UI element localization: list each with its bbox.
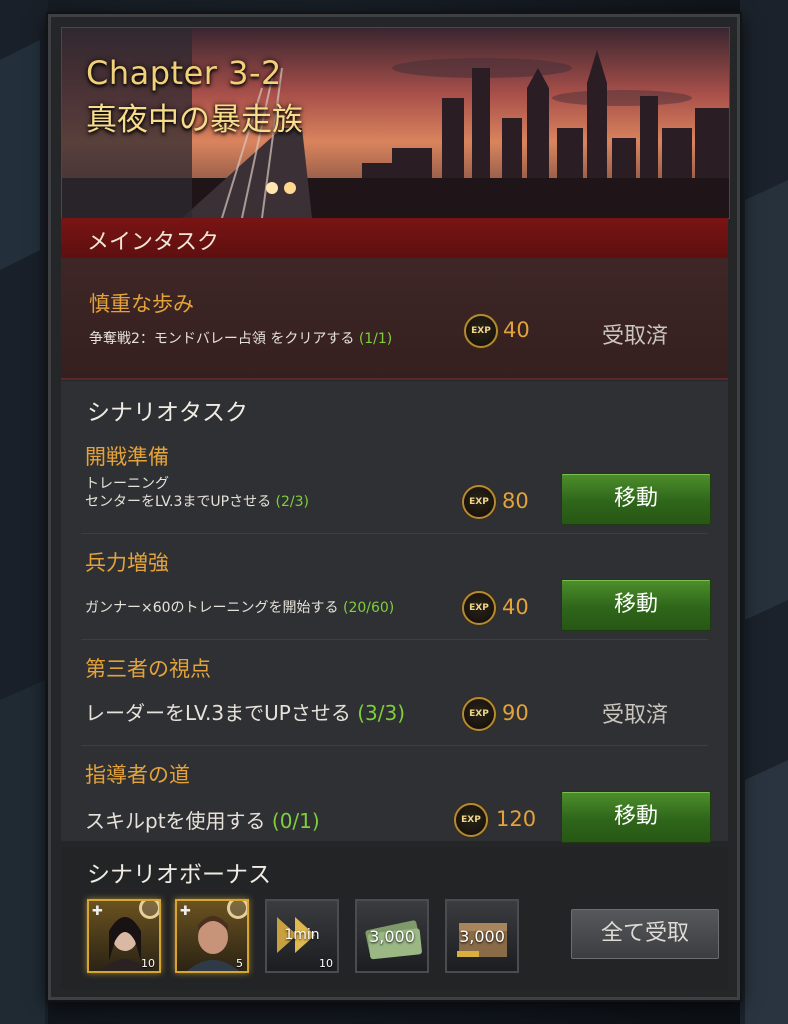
task-name: 第三者の視点 xyxy=(85,657,211,681)
task-progress: (3/3) xyxy=(357,701,405,725)
plus-icon: ✚ xyxy=(92,904,103,919)
claimed-status: 受取済 xyxy=(601,324,668,349)
task-name: 兵力増強 xyxy=(85,551,169,575)
scenario-task-section: シナリオタスク 開戦準備 トレーニング センターをLV.3までUPさせる (2/… xyxy=(61,381,728,843)
task-name: 開戦準備 xyxy=(85,445,169,469)
task-description: トレーニング センターをLV.3までUPさせる (2/3) xyxy=(85,476,310,510)
item-label: 3,000 xyxy=(459,927,505,946)
task-description: レーダーをLV.3までUPさせる (3/3) xyxy=(85,701,405,725)
task-progress: (2/3) xyxy=(275,494,310,510)
exp-value: 120 xyxy=(496,807,537,831)
task-progress: (20/60) xyxy=(343,600,395,616)
hero-man-card-icon[interactable]: ✚ 5 xyxy=(175,899,249,973)
scenario-bonus-header: シナリオボーナス xyxy=(87,862,271,888)
task-progress: (1/1) xyxy=(358,331,393,347)
task-description: 争奪戦2：モンドバレー占領 をクリアする (1/1) xyxy=(89,331,393,347)
move-button[interactable]: 移動 xyxy=(561,791,711,843)
divider xyxy=(81,639,708,640)
divider xyxy=(81,533,708,534)
exp-value: 40 xyxy=(502,595,529,619)
item-quantity: 10 xyxy=(319,957,333,970)
claim-all-button[interactable]: 全て受取 xyxy=(571,909,719,959)
exp-icon: EXP xyxy=(462,485,496,519)
exp-value: 90 xyxy=(502,701,529,725)
item-label: 3,000 xyxy=(369,927,415,946)
move-button[interactable]: 移動 xyxy=(561,473,711,525)
item-label: 1min xyxy=(284,927,320,943)
main-task-row: 慎重な歩み 争奪戦2：モンドバレー占領 をクリアする (1/1) EXP 40 … xyxy=(61,258,728,380)
scenario-task-header: シナリオタスク xyxy=(87,400,248,426)
task-name: 慎重な歩み xyxy=(89,292,194,316)
cash-bundle-icon[interactable]: 3,000 xyxy=(355,899,429,973)
task-progress: (0/1) xyxy=(271,809,320,833)
divider xyxy=(81,745,708,746)
chapter-banner: Chapter 3-2 真夜中の暴走族 xyxy=(61,27,730,219)
move-button[interactable]: 移動 xyxy=(561,579,711,631)
speedup-icon[interactable]: 1min 10 xyxy=(265,899,339,973)
supply-crate-icon[interactable]: 3,000 xyxy=(445,899,519,973)
item-quantity: 5 xyxy=(236,957,243,970)
chapter-subtitle: 真夜中の暴走族 xyxy=(86,102,303,138)
main-task-header-label: メインタスク xyxy=(87,230,220,255)
task-description: ガンナー×60のトレーニングを開始する (20/60) xyxy=(85,600,395,616)
main-task-header: メインタスク xyxy=(61,218,728,258)
exp-value: 80 xyxy=(502,489,529,513)
exp-icon: EXP xyxy=(462,591,496,625)
chapter-task-panel: Chapter 3-2 真夜中の暴走族 メインタスク 慎重な歩み 争奪戦2：モン… xyxy=(48,14,740,1000)
claimed-status: 受取済 xyxy=(601,703,668,728)
exp-icon: EXP xyxy=(454,803,488,837)
task-name: 指導者の道 xyxy=(85,763,190,787)
exp-icon: EXP xyxy=(462,697,496,731)
exp-value: 40 xyxy=(503,318,530,342)
scenario-bonus-section: シナリオボーナス ✚ 10 ✚ 5 1min 10 3,000 3,000 全て… xyxy=(61,847,728,989)
exp-icon: EXP xyxy=(464,314,498,348)
hero-woman-card-icon[interactable]: ✚ 10 xyxy=(87,899,161,973)
task-description: スキルptを使用する (0/1) xyxy=(85,809,320,833)
plus-icon: ✚ xyxy=(180,904,191,919)
chapter-title: Chapter 3-2 xyxy=(86,54,282,92)
item-quantity: 10 xyxy=(141,957,155,970)
